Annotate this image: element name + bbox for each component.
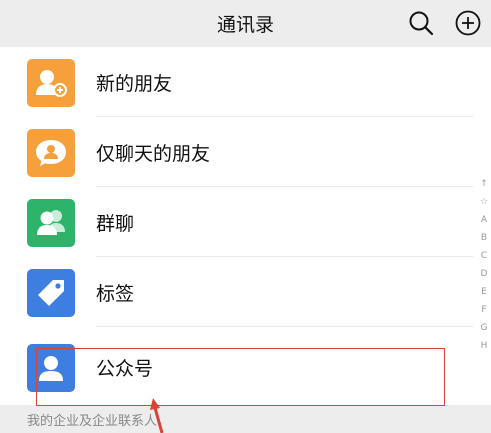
section-header: 我的企业及企业联系人 bbox=[0, 405, 491, 433]
index-letter[interactable]: H bbox=[479, 337, 489, 355]
index-letter[interactable]: F bbox=[479, 301, 489, 319]
index-letter[interactable]: C bbox=[479, 247, 489, 265]
search-icon[interactable] bbox=[407, 9, 435, 37]
annotation-arrow-icon bbox=[150, 398, 164, 433]
index-letter[interactable]: E bbox=[479, 283, 489, 301]
list-item-new-friends[interactable]: 新的朋友 bbox=[0, 47, 491, 117]
index-letter[interactable]: B bbox=[479, 229, 489, 247]
group-chat-icon bbox=[27, 199, 75, 247]
list-item-label: 仅聊天的朋友 bbox=[96, 143, 211, 165]
index-letter[interactable]: ↑ bbox=[479, 175, 489, 193]
list-item-label: 群聊 bbox=[96, 213, 135, 235]
plus-circle-icon[interactable] bbox=[454, 9, 482, 37]
top-bar: 通讯录 bbox=[0, 0, 491, 47]
index-letter[interactable]: ☆ bbox=[479, 193, 489, 211]
list-item-chat-only-friends[interactable]: 仅聊天的朋友 bbox=[0, 117, 491, 187]
add-friend-icon bbox=[27, 59, 75, 107]
alphabet-index[interactable]: ↑ ☆ A B C D E F G H bbox=[479, 175, 489, 355]
index-letter[interactable]: G bbox=[479, 319, 489, 337]
annotation-highlight-box bbox=[36, 348, 445, 406]
index-letter[interactable]: D bbox=[479, 265, 489, 283]
divider bbox=[96, 326, 473, 327]
index-letter[interactable]: A bbox=[479, 211, 489, 229]
list-item-label: 标签 bbox=[96, 283, 135, 305]
list-item-group-chats[interactable]: 群聊 bbox=[0, 187, 491, 257]
list-item-tags[interactable]: 标签 bbox=[0, 257, 491, 327]
list-item-label: 新的朋友 bbox=[96, 73, 173, 95]
tag-icon bbox=[27, 269, 75, 317]
chat-only-friend-icon bbox=[27, 129, 75, 177]
section-header-label: 我的企业及企业联系人 bbox=[27, 414, 158, 429]
